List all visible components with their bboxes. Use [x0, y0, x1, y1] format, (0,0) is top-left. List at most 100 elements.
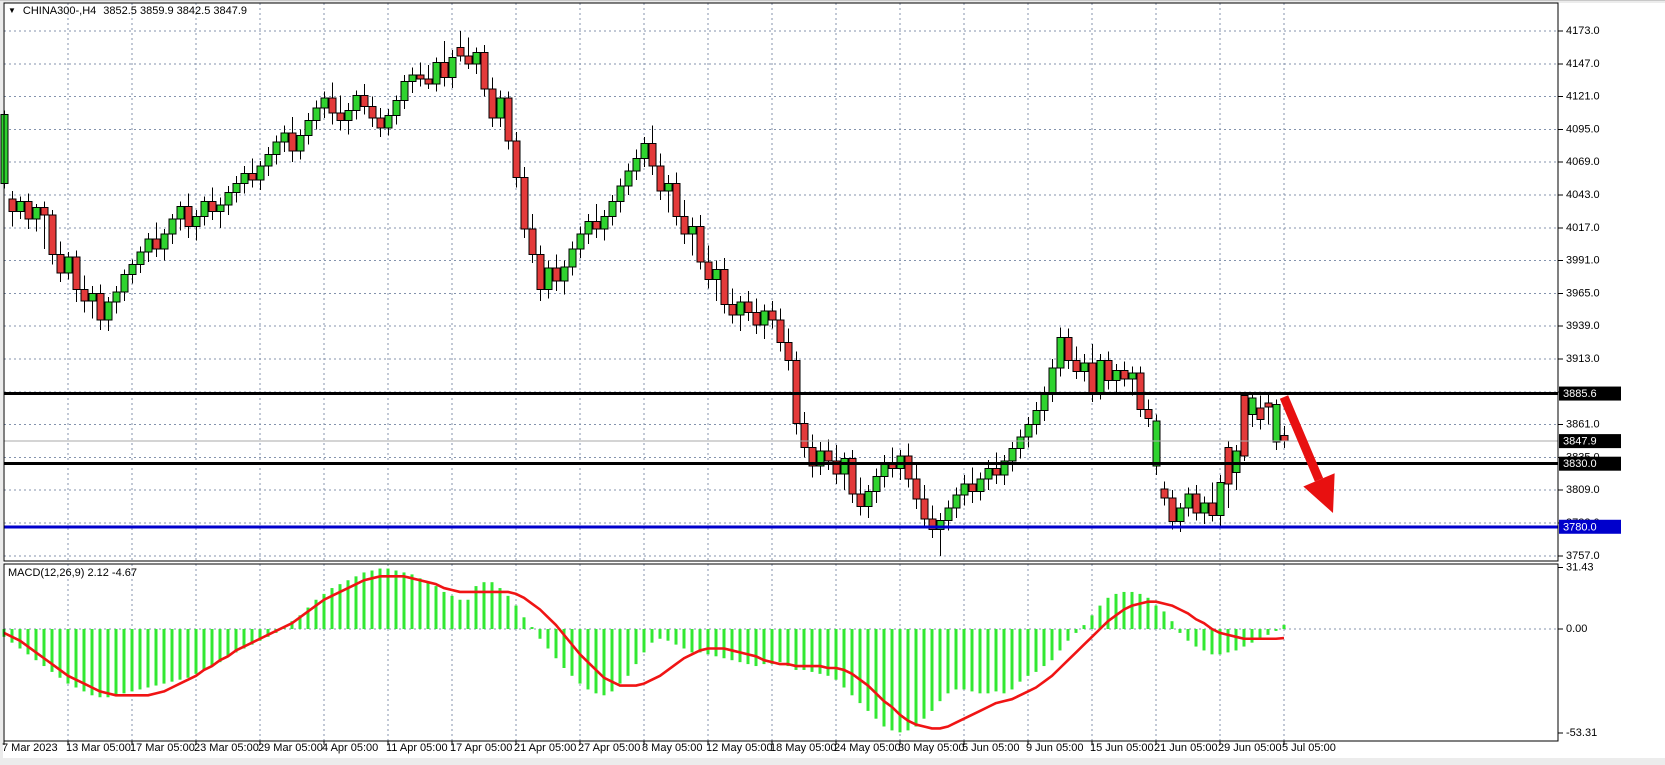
candle — [120, 273, 129, 293]
macd-histogram-bar — [770, 629, 774, 665]
candle — [1080, 362, 1089, 373]
candle — [800, 422, 809, 448]
candle — [1272, 403, 1281, 443]
macd-histogram-bar — [506, 595, 510, 629]
macd-histogram-bar — [834, 629, 838, 680]
macd-histogram-bar — [594, 629, 598, 694]
macd-histogram-bar — [1018, 629, 1022, 682]
candle — [992, 468, 1001, 476]
macd-histogram-bar — [498, 588, 502, 629]
candle — [1152, 420, 1161, 467]
macd-histogram-bar — [802, 629, 806, 670]
candle — [1112, 369, 1121, 381]
candle — [208, 200, 217, 212]
candle — [408, 74, 417, 82]
candle — [416, 74, 425, 80]
candle — [632, 157, 641, 172]
macd-histogram-bar — [170, 629, 174, 682]
candle — [8, 198, 17, 212]
candle — [696, 226, 705, 263]
macd-histogram-bar — [554, 629, 558, 659]
candle — [744, 301, 753, 313]
price-chart-canvas[interactable]: 4173.0 4147.0 4121.0 4095.0 4069.0 4043.0 4017… — [0, 1, 1665, 765]
candle — [40, 207, 49, 216]
macd-histogram-bar — [418, 578, 422, 629]
candle — [488, 88, 497, 119]
macd-histogram-bar — [874, 629, 878, 719]
macd-histogram-bar — [1178, 629, 1182, 633]
macd-histogram-bar — [850, 629, 854, 696]
macd-histogram-bar — [138, 629, 142, 690]
macd-histogram-bar — [650, 629, 654, 643]
ohlc-values-label: 3852.5 3859.9 3842.5 3847.9 — [103, 5, 248, 17]
macd-histogram-bar — [1194, 629, 1198, 647]
macd-histogram-bar — [434, 586, 438, 629]
macd-histogram-bar — [570, 629, 574, 676]
macd-histogram-bar — [1042, 629, 1046, 667]
candle — [904, 455, 913, 480]
macd-histogram-bar — [786, 629, 790, 667]
candle — [1104, 359, 1113, 381]
candle — [64, 256, 73, 274]
macd-histogram-bar — [122, 629, 126, 694]
candle — [1248, 397, 1257, 415]
candle — [712, 268, 721, 281]
macd-histogram-bar — [466, 599, 470, 629]
macd-histogram-bar — [522, 617, 526, 629]
candle — [200, 200, 209, 217]
candle — [768, 310, 777, 321]
candle — [136, 251, 145, 265]
macd-histogram-bar — [618, 629, 622, 684]
macd-histogram-bar — [842, 629, 846, 688]
chart-window: 4173.0 4147.0 4121.0 4095.0 4069.0 4043.0 4017… — [0, 0, 1665, 765]
candle — [616, 185, 625, 202]
symbol-dropdown-icon[interactable]: ▼ — [8, 6, 16, 16]
candle — [368, 106, 377, 119]
candle — [528, 228, 537, 255]
candle — [648, 142, 657, 167]
candle — [224, 191, 233, 206]
time-tick-label: 27 Apr 05:00 — [578, 742, 640, 754]
macd-scale-label: 0.00 — [1566, 623, 1587, 635]
candle — [1136, 372, 1145, 410]
macd-histogram-bar — [450, 595, 454, 629]
time-tick-label: 4 Apr 05:00 — [322, 742, 378, 754]
macd-histogram-bar — [98, 629, 102, 698]
candle — [72, 256, 81, 291]
price-tick-label: 4069.0 — [1566, 156, 1600, 168]
time-tick-label: 21 Apr 05:00 — [514, 742, 576, 754]
candle — [1088, 362, 1097, 394]
time-tick-label: 11 Apr 05:00 — [386, 742, 448, 754]
candle — [912, 478, 921, 500]
macd-histogram-bar — [994, 629, 998, 692]
candle — [1096, 359, 1105, 394]
candle — [16, 200, 25, 212]
candle — [480, 51, 489, 90]
macd-histogram-bar — [778, 629, 782, 663]
candle — [288, 132, 297, 152]
macd-histogram-bar — [794, 629, 798, 670]
macd-histogram-bar — [714, 629, 718, 657]
macd-histogram-bar — [922, 629, 926, 719]
candle — [128, 263, 137, 275]
candle — [48, 214, 57, 255]
candle — [584, 220, 593, 235]
macd-histogram-bar — [658, 629, 662, 639]
macd-histogram-bar — [682, 629, 686, 649]
chart-background — [0, 1, 1665, 765]
candle — [160, 233, 169, 250]
macd-histogram-bar — [410, 574, 414, 629]
candle — [920, 498, 929, 520]
candle — [1128, 372, 1137, 380]
time-axis[interactable]: 7 Mar 2023 13 Mar 05:00 17 Mar 05:00 23 Mar… — [2, 741, 1336, 754]
symbol-period-label: CHINA300-,H4 — [22, 5, 97, 17]
macd-histogram-bar — [906, 629, 910, 731]
candle — [864, 490, 873, 508]
candle — [752, 311, 761, 326]
macd-histogram-bar — [114, 629, 118, 696]
candle — [24, 200, 33, 220]
candle — [976, 478, 985, 492]
macd-histogram-bar — [1170, 621, 1174, 629]
macd-histogram-bar — [402, 572, 406, 629]
candle — [1232, 450, 1241, 474]
